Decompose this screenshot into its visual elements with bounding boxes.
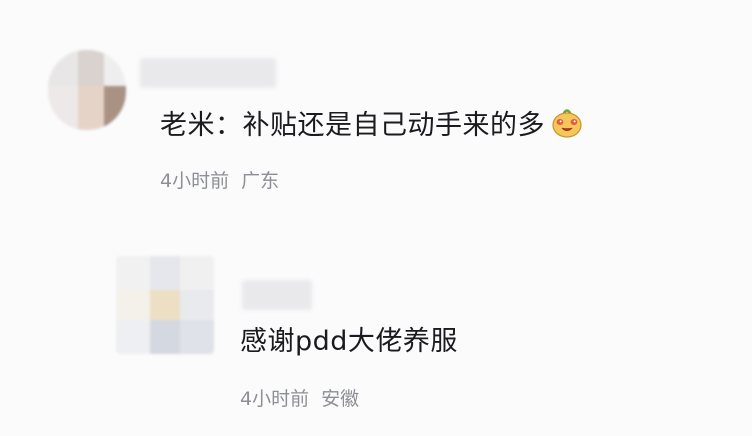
comment-author: 老米：: [160, 110, 243, 141]
avatar[interactable]: [48, 50, 126, 130]
comment-list: 老米：补贴还是自己动手来的多 4小时前 广东 感谢pdd大佬养服 4小时前 安徽: [0, 0, 752, 436]
comment-text: 老米：补贴还是自己动手来的多: [160, 108, 583, 143]
comment-location: 广东: [241, 170, 280, 192]
comment-text: 感谢pdd大佬养服: [240, 328, 458, 355]
username[interactable]: [140, 58, 276, 88]
comment-time: 4小时前: [240, 388, 310, 410]
smiling-face-icon: [551, 108, 583, 143]
comment-body: 感谢pdd大佬养服: [240, 326, 458, 357]
comment-meta: 4小时前 广东: [160, 172, 279, 191]
comment-time: 4小时前: [160, 170, 230, 192]
comment-meta: 4小时前 安徽: [240, 390, 359, 409]
avatar[interactable]: [116, 256, 214, 354]
comment-body: 补贴还是自己动手来的多: [242, 110, 545, 141]
comment-item-1: 老米：补贴还是自己动手来的多 4小时前 广东: [0, 0, 752, 210]
comment-item-2: 感谢pdd大佬养服 4小时前 安徽: [0, 210, 752, 436]
username[interactable]: [242, 280, 312, 310]
comment-location: 安徽: [321, 388, 360, 410]
